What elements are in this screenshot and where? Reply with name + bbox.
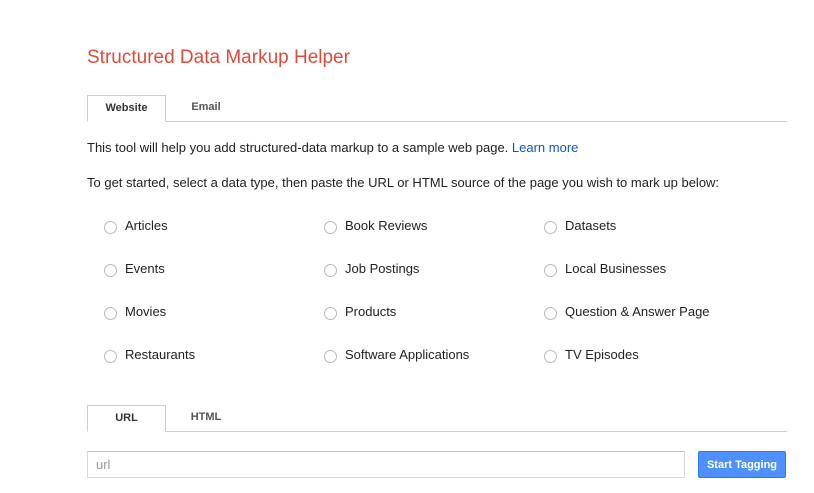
radio-button[interactable] — [324, 306, 337, 320]
start-tagging-button[interactable]: Start Tagging — [698, 451, 786, 478]
option-label: Articles — [125, 217, 168, 233]
option-label: Restaurants — [125, 346, 196, 362]
option-label: Datasets — [565, 217, 617, 233]
radio-button[interactable] — [104, 263, 117, 277]
radio-button[interactable] — [544, 263, 557, 277]
radio-button[interactable] — [104, 220, 117, 234]
radio-button[interactable] — [544, 349, 557, 363]
option-label: Question & Answer Page — [565, 303, 710, 319]
option-movies[interactable]: Movies — [104, 302, 166, 320]
instructions-text: To get started, select a data type, then… — [87, 175, 720, 190]
option-label: Job Postings — [345, 260, 420, 276]
option-book-reviews[interactable]: Book Reviews — [324, 216, 427, 234]
option-events[interactable]: Events — [104, 259, 165, 277]
top-tab-bar: Website Email — [87, 95, 787, 122]
option-products[interactable]: Products — [324, 302, 396, 320]
radio-button[interactable] — [104, 349, 117, 363]
option-articles[interactable]: Articles — [104, 216, 168, 234]
option-datasets[interactable]: Datasets — [544, 216, 616, 234]
radio-button[interactable] — [544, 220, 557, 234]
option-label: Software Applications — [345, 346, 470, 362]
page-title: Structured Data Markup Helper — [87, 47, 350, 68]
option-local-businesses[interactable]: Local Businesses — [544, 259, 666, 277]
option-label: Events — [125, 260, 165, 276]
tab-website[interactable]: Website — [87, 95, 166, 122]
tab-email[interactable]: Email — [166, 95, 246, 121]
option-label: Movies — [125, 303, 167, 319]
option-label: Book Reviews — [345, 217, 428, 233]
option-label: Products — [345, 303, 397, 319]
tab-url[interactable]: URL — [87, 405, 166, 432]
radio-button[interactable] — [324, 263, 337, 277]
learn-more-link[interactable]: Learn more — [512, 140, 578, 155]
radio-button[interactable] — [104, 306, 117, 320]
option-tv-episodes[interactable]: TV Episodes — [544, 345, 639, 363]
intro-text: This tool will help you add structured-d… — [87, 140, 578, 155]
option-label: Local Businesses — [565, 260, 667, 276]
url-input[interactable] — [87, 451, 685, 478]
option-label: TV Episodes — [565, 346, 639, 362]
tab-html[interactable]: HTML — [166, 405, 246, 431]
intro-sentence: This tool will help you add structured-d… — [87, 140, 512, 155]
radio-button[interactable] — [324, 220, 337, 234]
option-job-postings[interactable]: Job Postings — [324, 259, 419, 277]
option-restaurants[interactable]: Restaurants — [104, 345, 195, 363]
radio-button[interactable] — [324, 349, 337, 363]
radio-button[interactable] — [544, 306, 557, 320]
option-question-answer-page[interactable]: Question & Answer Page — [544, 302, 710, 320]
page: Structured Data Markup Helper Website Em… — [0, 0, 814, 493]
option-software-applications[interactable]: Software Applications — [324, 345, 469, 363]
source-tab-bar: URL HTML — [87, 405, 787, 432]
